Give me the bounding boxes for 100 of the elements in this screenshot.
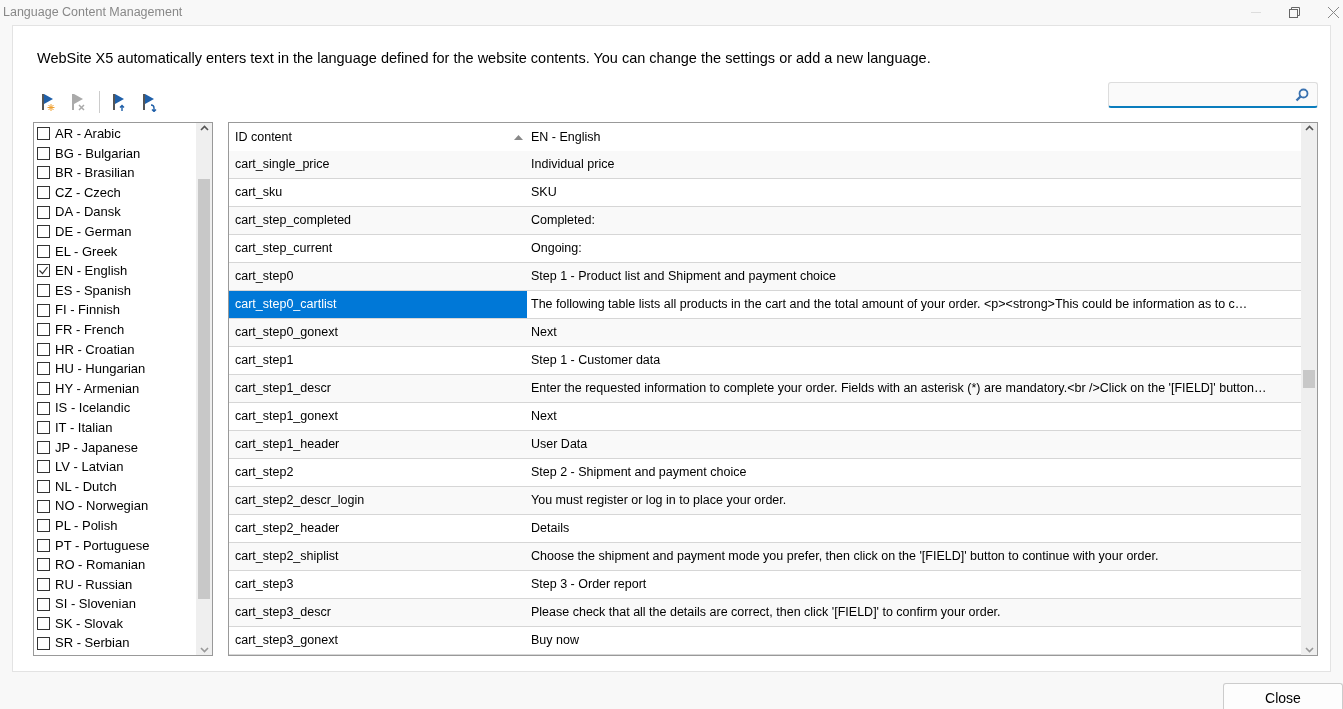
checkbox[interactable] [37, 146, 50, 160]
table-cell[interactable]: cart_step_current [229, 235, 527, 262]
close-button[interactable]: Close [1223, 683, 1343, 709]
checkbox[interactable] [37, 421, 50, 435]
language-label[interactable]: FI - Finnish [55, 300, 120, 320]
checkbox[interactable] [37, 577, 50, 591]
table-cell-text: Please check that all the details are correct, then click '[FIELD]' to confirm your order. [530, 604, 1002, 622]
language-label[interactable]: HY - Armenian [55, 378, 140, 399]
checkbox[interactable] [37, 127, 50, 141]
table-cell[interactable]: cart_step2_shiplist [229, 543, 527, 570]
table-cell-text: Next [530, 324, 558, 342]
restore-icon[interactable] [1289, 6, 1300, 18]
scroll-thumb[interactable] [1303, 370, 1315, 388]
language-label[interactable]: PT - Portuguese [55, 535, 150, 555]
language-label[interactable]: SR - Serbian [55, 633, 130, 653]
table-cell[interactable]: cart_step0 [229, 263, 527, 290]
checkbox[interactable] [37, 499, 50, 513]
language-label[interactable]: SI - Slovenian [55, 594, 136, 614]
language-label[interactable]: JP - Japanese [55, 437, 138, 458]
table-cell[interactable]: cart_step1_header [229, 431, 527, 458]
checkbox[interactable] [37, 323, 50, 337]
scrollbar[interactable] [1301, 123, 1317, 655]
checkbox[interactable] [37, 166, 50, 180]
scroll-thumb[interactable] [198, 179, 210, 599]
language-label[interactable]: EN - English [55, 261, 128, 281]
checkbox[interactable] [37, 401, 50, 415]
table-cell-text: User Data [530, 436, 589, 454]
sort-up-icon[interactable] [514, 134, 523, 140]
table-cell[interactable]: cart_step1_gonext [229, 403, 527, 430]
checkbox[interactable] [37, 440, 50, 454]
table-cell[interactable]: cart_step3_descr [229, 599, 527, 626]
checkbox[interactable] [37, 205, 50, 219]
checkbox[interactable] [37, 382, 50, 395]
checkbox[interactable] [37, 362, 50, 376]
table-cell[interactable]: cart_step3_gonext [229, 627, 527, 654]
checkbox[interactable] [37, 480, 50, 493]
checkbox[interactable] [37, 519, 50, 533]
table-cell[interactable]: cart_step3 [229, 571, 527, 598]
checkbox[interactable] [37, 186, 50, 200]
table-cell[interactable]: cart_sku [229, 179, 527, 206]
search-field[interactable] [1108, 82, 1318, 108]
table-cell-text: Step 3 - Order report [530, 576, 648, 594]
table-cell-text: Step 2 - Shipment and payment choice [530, 464, 748, 482]
table-cell-text: The following table lists all products in the cart and the total amount of your order. <p><strong>This could be information as to c… [530, 296, 1249, 314]
checkbox[interactable] [37, 225, 50, 239]
scrollbar[interactable] [196, 123, 212, 655]
table-cell-text: Enter the requested information to complete your order. Fields with an asterisk (*) are mandatory.<br />Click on the '[FIELD]' button… [530, 380, 1268, 398]
table-cell[interactable]: cart_step0_cartlist [229, 291, 527, 318]
checkbox[interactable] [37, 244, 50, 258]
table-cell[interactable]: cart_step2 [229, 459, 527, 486]
close-icon[interactable] [1328, 6, 1339, 18]
column-header[interactable]: EN - English [527, 123, 1301, 151]
window-title: Language Content Management [3, 3, 183, 21]
checkbox[interactable] [37, 264, 50, 278]
language-label[interactable]: NO - Norwegian [55, 496, 149, 516]
language-label[interactable]: FR - French [55, 320, 125, 340]
language-label[interactable]: LV - Latvian [55, 457, 124, 477]
language-label[interactable]: ES - Spanish [55, 280, 131, 301]
table-cell[interactable]: cart_step_completed [229, 207, 527, 234]
chevron-up-icon[interactable] [1304, 125, 1314, 131]
checkbox[interactable] [37, 617, 50, 631]
table-cell-text: Individual price [530, 156, 616, 174]
language-label[interactable]: IS - Icelandic [55, 398, 131, 418]
language-label[interactable]: RO - Romanian [55, 555, 146, 575]
checkbox[interactable] [37, 597, 50, 611]
checkbox[interactable] [37, 460, 50, 474]
language-label[interactable]: PL - Polish [55, 515, 118, 536]
language-label[interactable]: DE - German [55, 222, 132, 242]
language-label[interactable]: EL - Greek [55, 241, 118, 262]
language-label[interactable]: NL - Dutch [55, 476, 117, 497]
table-cell[interactable]: cart_step2_descr_login [229, 487, 527, 514]
table-cell[interactable]: cart_step1_descr [229, 375, 527, 402]
checkbox[interactable] [37, 558, 50, 572]
language-label[interactable]: HU - Hungarian [55, 359, 146, 379]
table-cell[interactable]: cart_single_price [229, 151, 527, 178]
table-cell-text: SKU [530, 184, 558, 202]
table-cell[interactable]: cart_step2_header [229, 515, 527, 542]
table-cell-text: Completed: [530, 212, 596, 230]
language-label[interactable]: SK - Slovak [55, 613, 123, 634]
description-text: WebSite X5 automatically enters text in the language defined for the website contents. You can change the settings or add a new language. [36, 49, 932, 68]
search-icon [1295, 87, 1309, 102]
language-label[interactable]: AR - Arabic [55, 124, 121, 144]
checkbox[interactable] [37, 538, 50, 552]
checkbox[interactable] [37, 342, 50, 356]
language-label[interactable]: RU - Russian [55, 574, 133, 595]
checkbox[interactable] [37, 284, 50, 298]
language-label[interactable]: BG - Bulgarian [55, 143, 141, 164]
column-header-text: ID content [235, 128, 292, 146]
chevron-up-icon[interactable] [199, 125, 209, 131]
language-label[interactable]: HR - Croatian [55, 339, 135, 360]
language-label[interactable]: IT - Italian [55, 417, 113, 438]
checkbox[interactable] [37, 303, 50, 317]
checkbox[interactable] [37, 636, 50, 650]
language-label[interactable]: DA - Dansk [55, 202, 121, 222]
table-cell[interactable]: cart_step1 [229, 347, 527, 374]
table-cell-text: Next [530, 408, 558, 426]
language-label[interactable]: CZ - Czech [55, 182, 121, 203]
table-cell-text: Details [530, 520, 571, 538]
table-cell[interactable]: cart_step0_gonext [229, 319, 527, 346]
language-label[interactable]: BR - Brasilian [55, 163, 135, 183]
